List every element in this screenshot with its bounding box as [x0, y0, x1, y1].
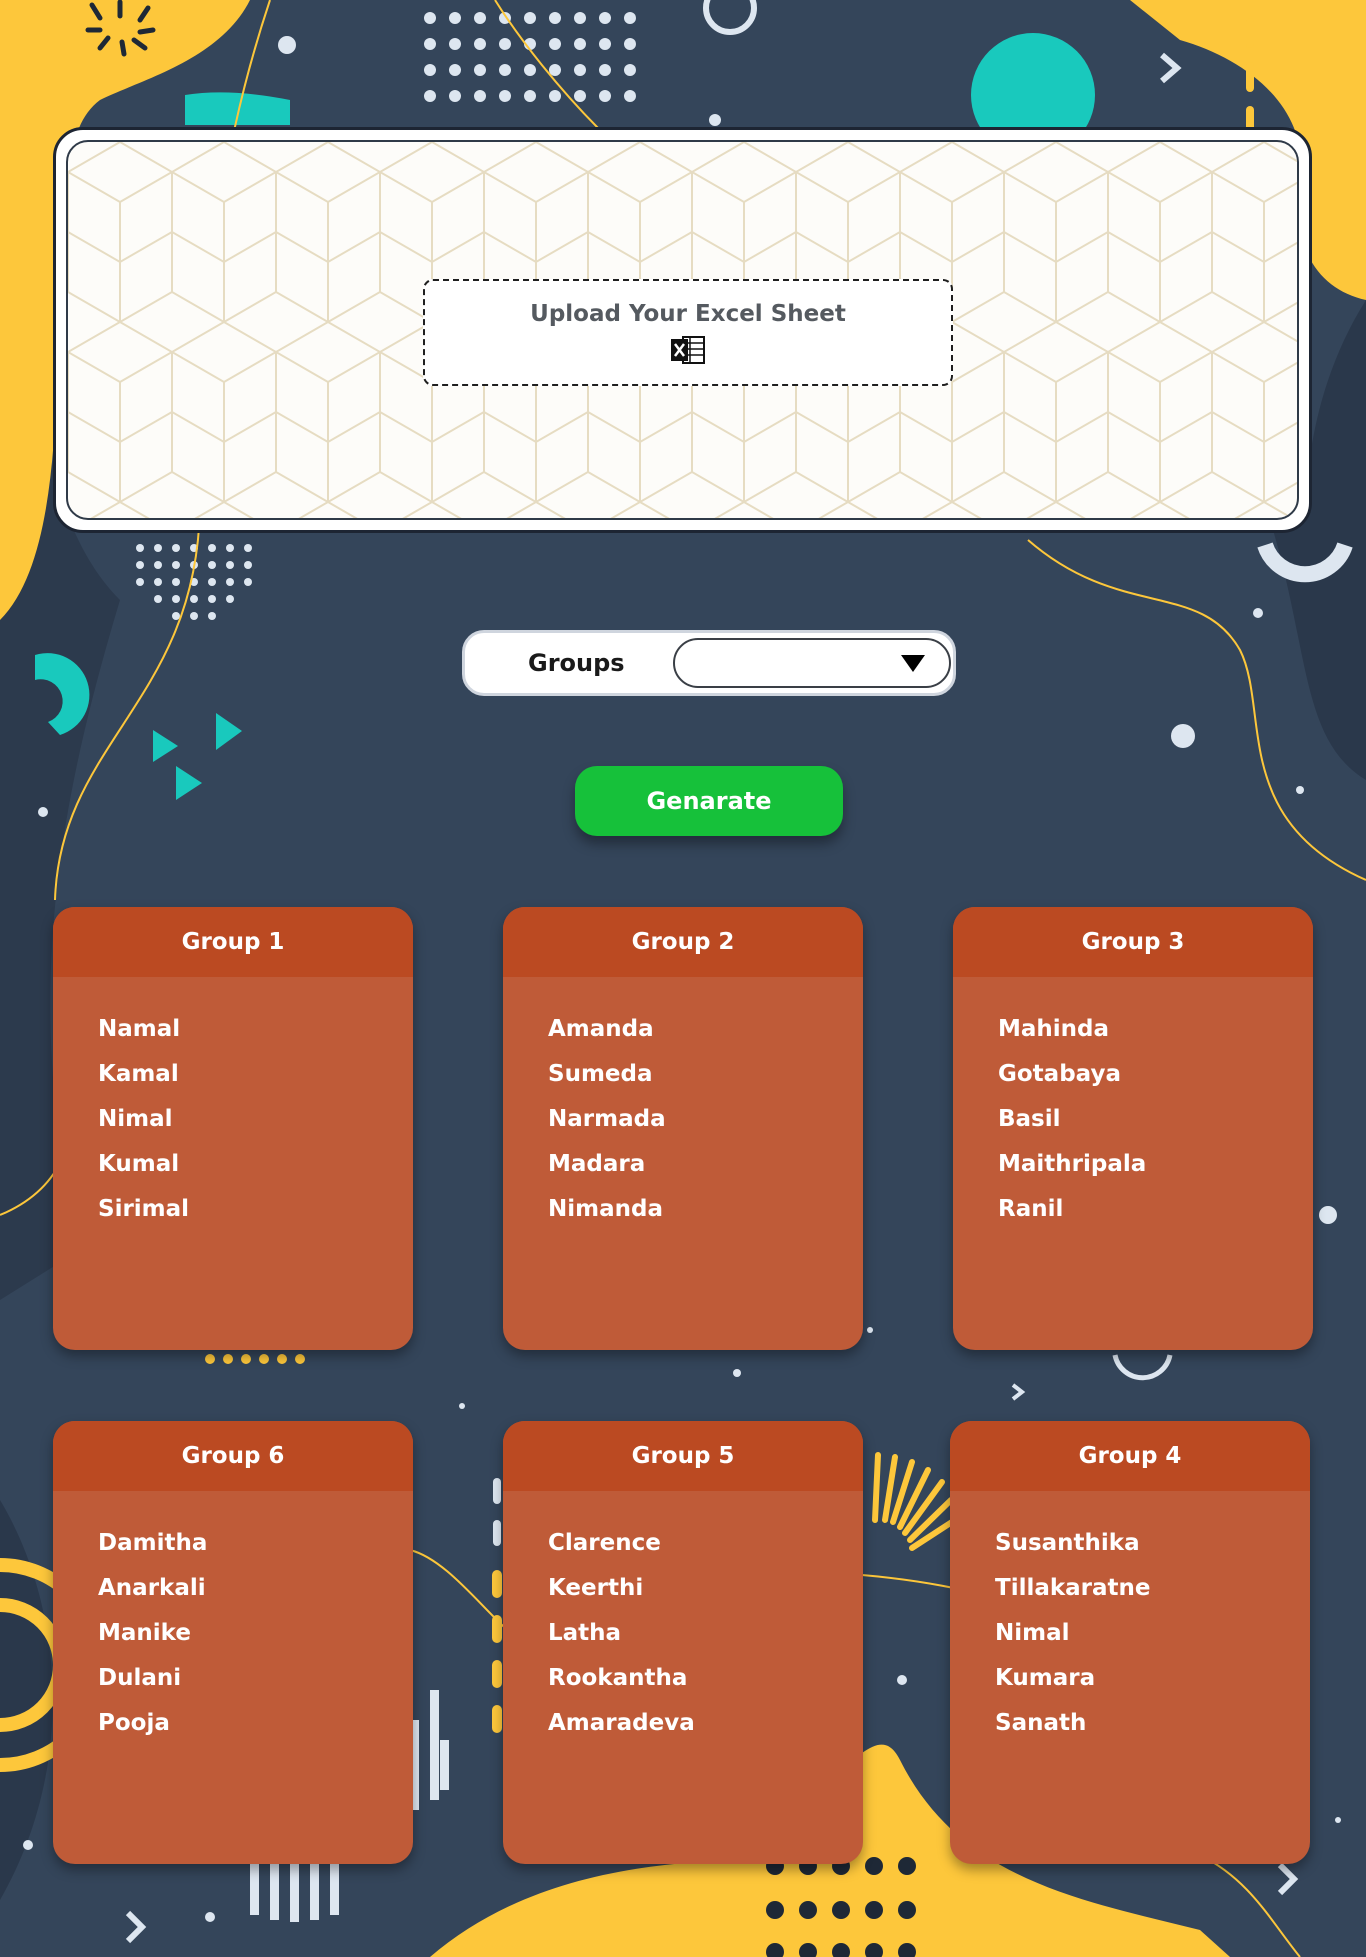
member-list: Clarence Keerthi Latha Rookantha Amarade…: [503, 1491, 863, 1746]
group-card-6: Group 6 Damitha Anarkali Manike Dulani P…: [53, 1421, 413, 1864]
excel-file-icon: [671, 335, 705, 364]
upload-dropzone[interactable]: Upload Your Excel Sheet: [423, 279, 953, 386]
upload-label: Upload Your Excel Sheet: [530, 300, 846, 327]
upload-area: Upload Your Excel Sheet: [66, 140, 1299, 520]
upload-panel: Upload Your Excel Sheet: [53, 127, 1312, 533]
list-item: Tillakaratne: [995, 1575, 1151, 1601]
list-item: Narmada: [548, 1106, 666, 1132]
list-item: Basil: [998, 1106, 1061, 1132]
list-item: Maithripala: [998, 1151, 1147, 1177]
group-title: Group 6: [53, 1421, 413, 1491]
member-list: Namal Kamal Nimal Kumal Sirimal: [53, 977, 413, 1232]
member-list: Amanda Sumeda Narmada Madara Nimanda: [503, 977, 863, 1232]
group-title: Group 3: [953, 907, 1313, 977]
list-item: Nimal: [995, 1620, 1070, 1646]
group-card-2: Group 2 Amanda Sumeda Narmada Madara Nim…: [503, 907, 863, 1350]
list-item: Ranil: [998, 1196, 1064, 1222]
generate-button[interactable]: Genarate: [575, 766, 843, 836]
list-item: Nimal: [98, 1106, 173, 1132]
list-item: Anarkali: [98, 1575, 206, 1601]
list-item: Pooja: [98, 1710, 170, 1736]
list-item: Amaradeva: [548, 1710, 695, 1736]
list-item: Susanthika: [995, 1530, 1140, 1556]
group-title: Group 5: [503, 1421, 863, 1491]
list-item: Sirimal: [98, 1196, 190, 1222]
group-title: Group 2: [503, 907, 863, 977]
group-card-5: Group 5 Clarence Keerthi Latha Rookantha…: [503, 1421, 863, 1864]
list-item: Damitha: [98, 1530, 208, 1556]
groups-selector: Groups: [462, 630, 956, 696]
list-item: Rookantha: [548, 1665, 688, 1691]
group-title: Group 1: [53, 907, 413, 977]
member-list: Susanthika Tillakaratne Nimal Kumara San…: [950, 1491, 1310, 1746]
group-card-4: Group 4 Susanthika Tillakaratne Nimal Ku…: [950, 1421, 1310, 1864]
list-item: Mahinda: [998, 1016, 1110, 1042]
list-item: Sanath: [995, 1710, 1087, 1736]
list-item: Gotabaya: [998, 1061, 1121, 1087]
list-item: Madara: [548, 1151, 646, 1177]
list-item: Dulani: [98, 1665, 182, 1691]
list-item: Kumal: [98, 1151, 180, 1177]
list-item: Clarence: [548, 1530, 661, 1556]
member-list: Mahinda Gotabaya Basil Maithripala Ranil: [953, 977, 1313, 1232]
list-item: Amanda: [548, 1016, 654, 1042]
group-title: Group 4: [950, 1421, 1310, 1491]
list-item: Keerthi: [548, 1575, 644, 1601]
groups-dropdown[interactable]: [673, 638, 951, 688]
list-item: Kamal: [98, 1061, 179, 1087]
list-item: Kumara: [995, 1665, 1096, 1691]
member-list: Damitha Anarkali Manike Dulani Pooja: [53, 1491, 413, 1746]
dropdown-arrow-icon: [901, 655, 925, 672]
groups-label: Groups: [528, 649, 625, 677]
list-item: Nimanda: [548, 1196, 663, 1222]
list-item: Latha: [548, 1620, 622, 1646]
list-item: Namal: [98, 1016, 181, 1042]
group-card-1: Group 1 Namal Kamal Nimal Kumal Sirimal: [53, 907, 413, 1350]
list-item: Manike: [98, 1620, 191, 1646]
group-card-3: Group 3 Mahinda Gotabaya Basil Maithripa…: [953, 907, 1313, 1350]
list-item: Sumeda: [548, 1061, 653, 1087]
